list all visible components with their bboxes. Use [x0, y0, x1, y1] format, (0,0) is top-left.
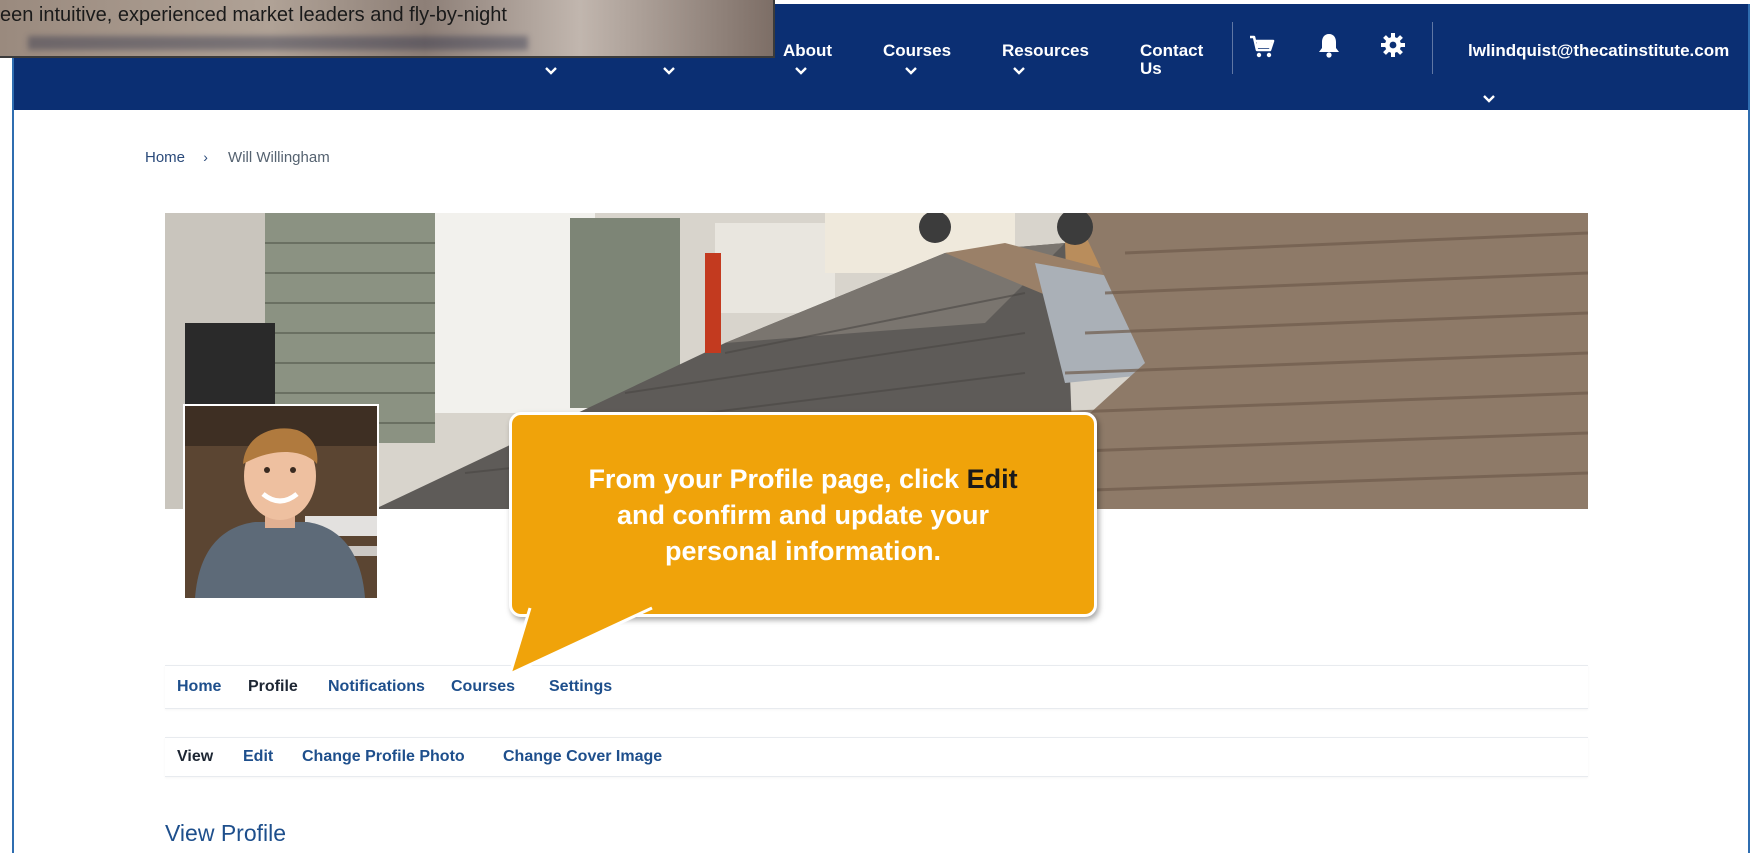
nav-divider — [1432, 22, 1433, 74]
profile-subtabs: View Edit Change Profile Photo Change Co… — [165, 737, 1588, 777]
user-email-menu[interactable]: lwlindquist@thecatinstitute.com — [1468, 42, 1729, 60]
cart-icon[interactable] — [1248, 32, 1276, 60]
chevron-down-icon[interactable] — [904, 66, 918, 76]
tab-courses[interactable]: Courses — [451, 678, 515, 696]
breadcrumb-home[interactable]: Home — [145, 149, 185, 166]
breadcrumb-current: Will Willingham — [228, 148, 330, 166]
subtab-change-cover-image[interactable]: Change Cover Image — [503, 748, 662, 766]
overlay-snippet: een intuitive, experienced market leader… — [0, 0, 775, 58]
callout-edit-emphasis: Edit — [966, 463, 1018, 494]
callout-line-prefix: From your Profile page, click — [588, 463, 960, 494]
nav-contact-us[interactable]: Contact Us — [1140, 42, 1210, 78]
bell-icon[interactable] — [1315, 31, 1343, 59]
overlay-snippet-text: een intuitive, experienced market leader… — [0, 4, 507, 26]
profile-photo — [183, 404, 379, 600]
profile-tabs: Home Profile Notifications Courses Setti… — [165, 665, 1588, 709]
callout-pointer — [504, 604, 674, 676]
chevron-down-icon[interactable] — [1482, 94, 1496, 104]
breadcrumb-separator-icon: › — [203, 149, 208, 166]
chevron-down-icon[interactable] — [1012, 66, 1026, 76]
section-title: View Profile — [165, 820, 287, 846]
chevron-down-icon[interactable] — [662, 66, 676, 76]
subtab-edit[interactable]: Edit — [243, 748, 273, 766]
callout-text: From your Profile page, click Edit and c… — [573, 461, 1033, 569]
tab-home[interactable]: Home — [177, 678, 221, 696]
subtab-change-profile-photo[interactable]: Change Profile Photo — [302, 748, 465, 766]
gear-icon[interactable] — [1379, 31, 1407, 59]
overlay-snippet-blur — [28, 36, 528, 50]
nav-divider — [1232, 22, 1233, 74]
callout-line-suffix: and confirm and update your personal inf… — [616, 499, 990, 566]
browser-window: About Courses Resources Contact Us lwlin… — [12, 4, 1750, 853]
breadcrumb: Home › Will Willingham — [145, 148, 330, 166]
chevron-down-icon[interactable] — [544, 66, 558, 76]
tab-settings[interactable]: Settings — [549, 678, 612, 696]
chevron-down-icon[interactable] — [794, 66, 808, 76]
subtab-view[interactable]: View — [177, 748, 213, 766]
nav-courses[interactable]: Courses — [883, 42, 951, 60]
nav-about[interactable]: About — [783, 42, 832, 60]
nav-resources[interactable]: Resources — [1002, 42, 1089, 60]
instruction-callout: From your Profile page, click Edit and c… — [509, 412, 1097, 617]
tab-notifications[interactable]: Notifications — [328, 678, 425, 696]
tab-profile[interactable]: Profile — [248, 678, 298, 696]
